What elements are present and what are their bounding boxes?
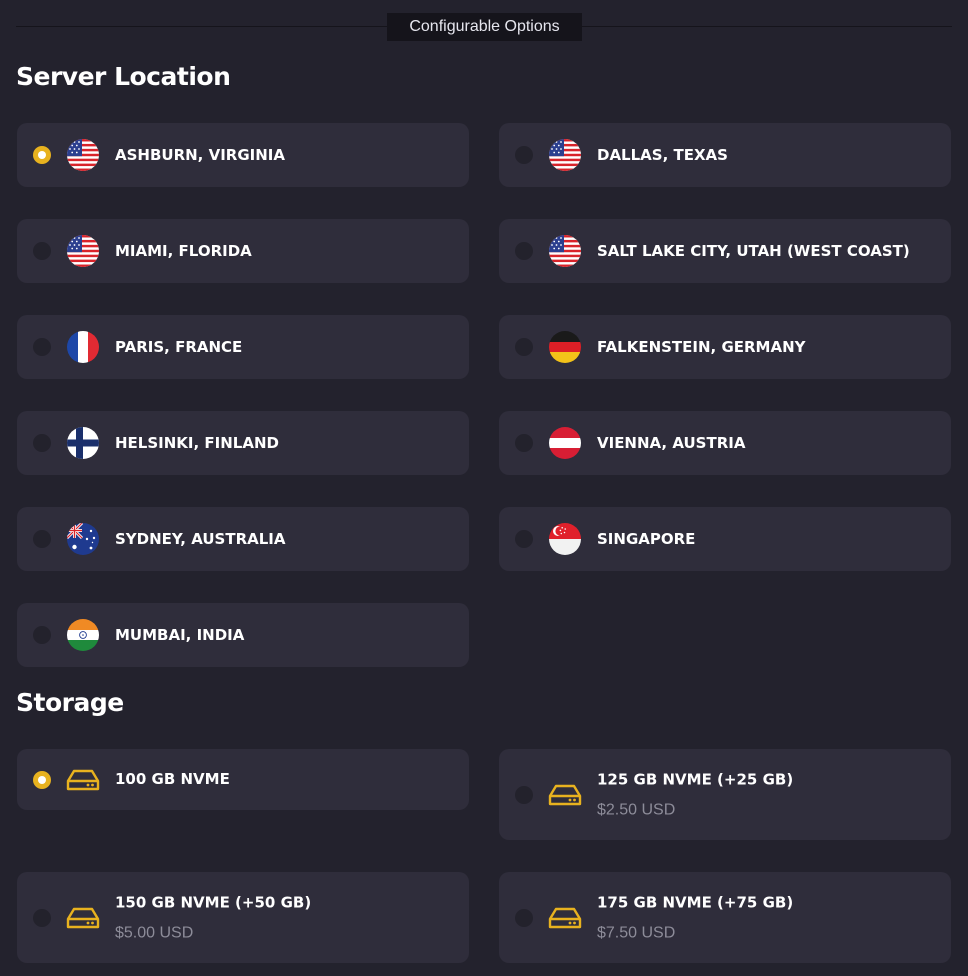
location-label: SALT LAKE CITY, UTAH (WEST COAST) [597, 242, 910, 260]
location-option-miami[interactable]: MIAMI, FLORIDA [17, 219, 469, 283]
india-flag-icon [67, 619, 99, 651]
radio-button[interactable] [33, 626, 51, 644]
location-option-ashburn[interactable]: ASHBURN, VIRGINIA [17, 123, 469, 187]
location-label: FALKENSTEIN, GERMANY [597, 338, 806, 356]
storage-price: $5.00 USD [115, 924, 194, 941]
radio-button[interactable] [515, 338, 533, 356]
configurable-options-label: Configurable Options [387, 13, 582, 41]
us-flag-icon [549, 139, 581, 171]
location-label: DALLAS, TEXAS [597, 146, 728, 164]
location-option-singapore[interactable]: SINGAPORE [499, 507, 951, 571]
radio-button[interactable] [515, 146, 533, 164]
radio-button[interactable] [515, 434, 533, 452]
location-option-sydney[interactable]: SYDNEY, AUSTRALIA [17, 507, 469, 571]
radio-button[interactable] [33, 338, 51, 356]
us-flag-icon [67, 139, 99, 171]
hard-drive-icon [66, 768, 100, 792]
radio-button[interactable] [33, 146, 51, 164]
location-option-paris[interactable]: PARIS, FRANCE [17, 315, 469, 379]
singapore-flag-icon [549, 523, 581, 555]
radio-button[interactable] [33, 770, 51, 789]
location-label: HELSINKI, FINLAND [115, 434, 279, 452]
location-label: MIAMI, FLORIDA [115, 242, 252, 260]
location-option-mumbai[interactable]: MUMBAI, INDIA [17, 603, 469, 667]
server-location-title: Server Location [16, 62, 231, 91]
australia-flag-icon [67, 523, 99, 555]
storage-option-150gb[interactable]: 150 GB NVME (+50 GB) $5.00 USD [17, 872, 469, 963]
storage-title: Storage [16, 688, 124, 717]
location-label: PARIS, FRANCE [115, 338, 243, 356]
location-label: VIENNA, AUSTRIA [597, 434, 746, 452]
hard-drive-icon [66, 906, 100, 930]
hard-drive-icon [548, 906, 582, 930]
location-option-vienna[interactable]: VIENNA, AUSTRIA [499, 411, 951, 475]
us-flag-icon [549, 235, 581, 267]
location-option-dallas[interactable]: DALLAS, TEXAS [499, 123, 951, 187]
radio-button[interactable] [33, 530, 51, 548]
austria-flag-icon [549, 427, 581, 459]
radio-button[interactable] [515, 242, 533, 260]
location-option-salt-lake-city[interactable]: SALT LAKE CITY, UTAH (WEST COAST) [499, 219, 951, 283]
radio-button[interactable] [33, 434, 51, 452]
radio-button[interactable] [33, 242, 51, 260]
storage-price: $2.50 USD [597, 801, 676, 818]
storage-label: 150 GB NVME (+50 GB) [115, 893, 312, 911]
storage-option-125gb[interactable]: 125 GB NVME (+25 GB) $2.50 USD [499, 749, 951, 840]
france-flag-icon [67, 331, 99, 363]
us-flag-icon [67, 235, 99, 267]
radio-button[interactable] [515, 785, 533, 804]
germany-flag-icon [549, 331, 581, 363]
storage-label: 175 GB NVME (+75 GB) [597, 893, 794, 911]
location-label: MUMBAI, INDIA [115, 626, 245, 644]
location-option-falkenstein[interactable]: FALKENSTEIN, GERMANY [499, 315, 951, 379]
storage-label: 125 GB NVME (+25 GB) [597, 770, 794, 788]
storage-text: 125 GB NVME (+25 GB) $2.50 USD [597, 770, 793, 819]
hard-drive-icon [548, 783, 582, 807]
storage-text: 150 GB NVME (+50 GB) $5.00 USD [115, 893, 311, 942]
radio-button[interactable] [515, 908, 533, 927]
radio-button[interactable] [515, 530, 533, 548]
location-label: SYDNEY, AUSTRALIA [115, 530, 286, 548]
storage-price: $7.50 USD [597, 924, 676, 941]
location-label: SINGAPORE [597, 530, 696, 548]
storage-label: 100 GB NVME [115, 770, 230, 788]
storage-option-175gb[interactable]: 175 GB NVME (+75 GB) $7.50 USD [499, 872, 951, 963]
storage-option-100gb[interactable]: 100 GB NVME [17, 749, 469, 810]
finland-flag-icon [67, 427, 99, 459]
storage-text: 175 GB NVME (+75 GB) $7.50 USD [597, 893, 793, 942]
location-label: ASHBURN, VIRGINIA [115, 146, 285, 164]
radio-button[interactable] [33, 908, 51, 927]
location-option-helsinki[interactable]: HELSINKI, FINLAND [17, 411, 469, 475]
